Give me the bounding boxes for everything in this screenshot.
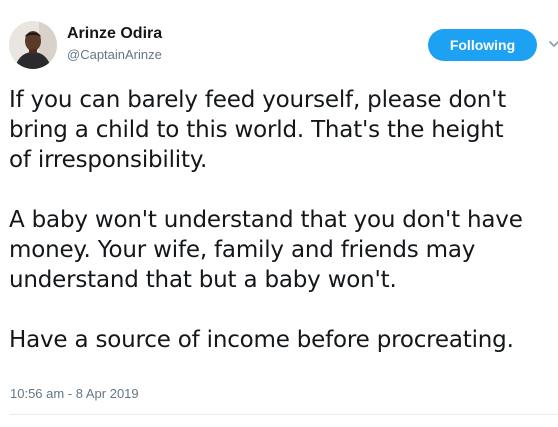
tweet-paragraph: If you can barely feed yourself, please … (9, 85, 558, 175)
chevron-down-icon[interactable] (548, 37, 558, 49)
author-info: Arinze Odira @CaptainArinze (67, 24, 162, 63)
tweet-text-line: bring a child to this world. That's the … (9, 117, 504, 143)
author-display-name[interactable]: Arinze Odira (67, 24, 162, 44)
tweet-card: Arinze Odira @CaptainArinze Following If… (0, 0, 558, 427)
tweet-timestamp[interactable]: 10:56 am - 8 Apr 2019 (10, 386, 139, 402)
tweet-text-line: money. Your wife, family and friends may (9, 237, 476, 263)
tweet-text-line: If you can barely feed yourself, please … (9, 87, 507, 113)
tweet-text: If you can barely feed yourself, please … (9, 85, 558, 355)
chevron-down-icon-glyph (549, 41, 558, 47)
author-handle[interactable]: @CaptainArinze (67, 47, 162, 63)
avatar[interactable] (9, 21, 57, 69)
divider (10, 414, 558, 415)
following-button[interactable]: Following (428, 29, 537, 61)
tweet-text-line: of irresponsibility. (9, 147, 208, 173)
tweet-text-line: A baby won't understand that you don't h… (9, 207, 523, 233)
avatar-image (9, 21, 57, 69)
tweet-text-line: Have a source of income before procreati… (9, 327, 514, 353)
tweet-text-line: understand that but a baby won't. (9, 267, 397, 293)
tweet-paragraph: A baby won't understand that you don't h… (9, 205, 558, 295)
tweet-paragraph: Have a source of income before procreati… (9, 325, 558, 355)
